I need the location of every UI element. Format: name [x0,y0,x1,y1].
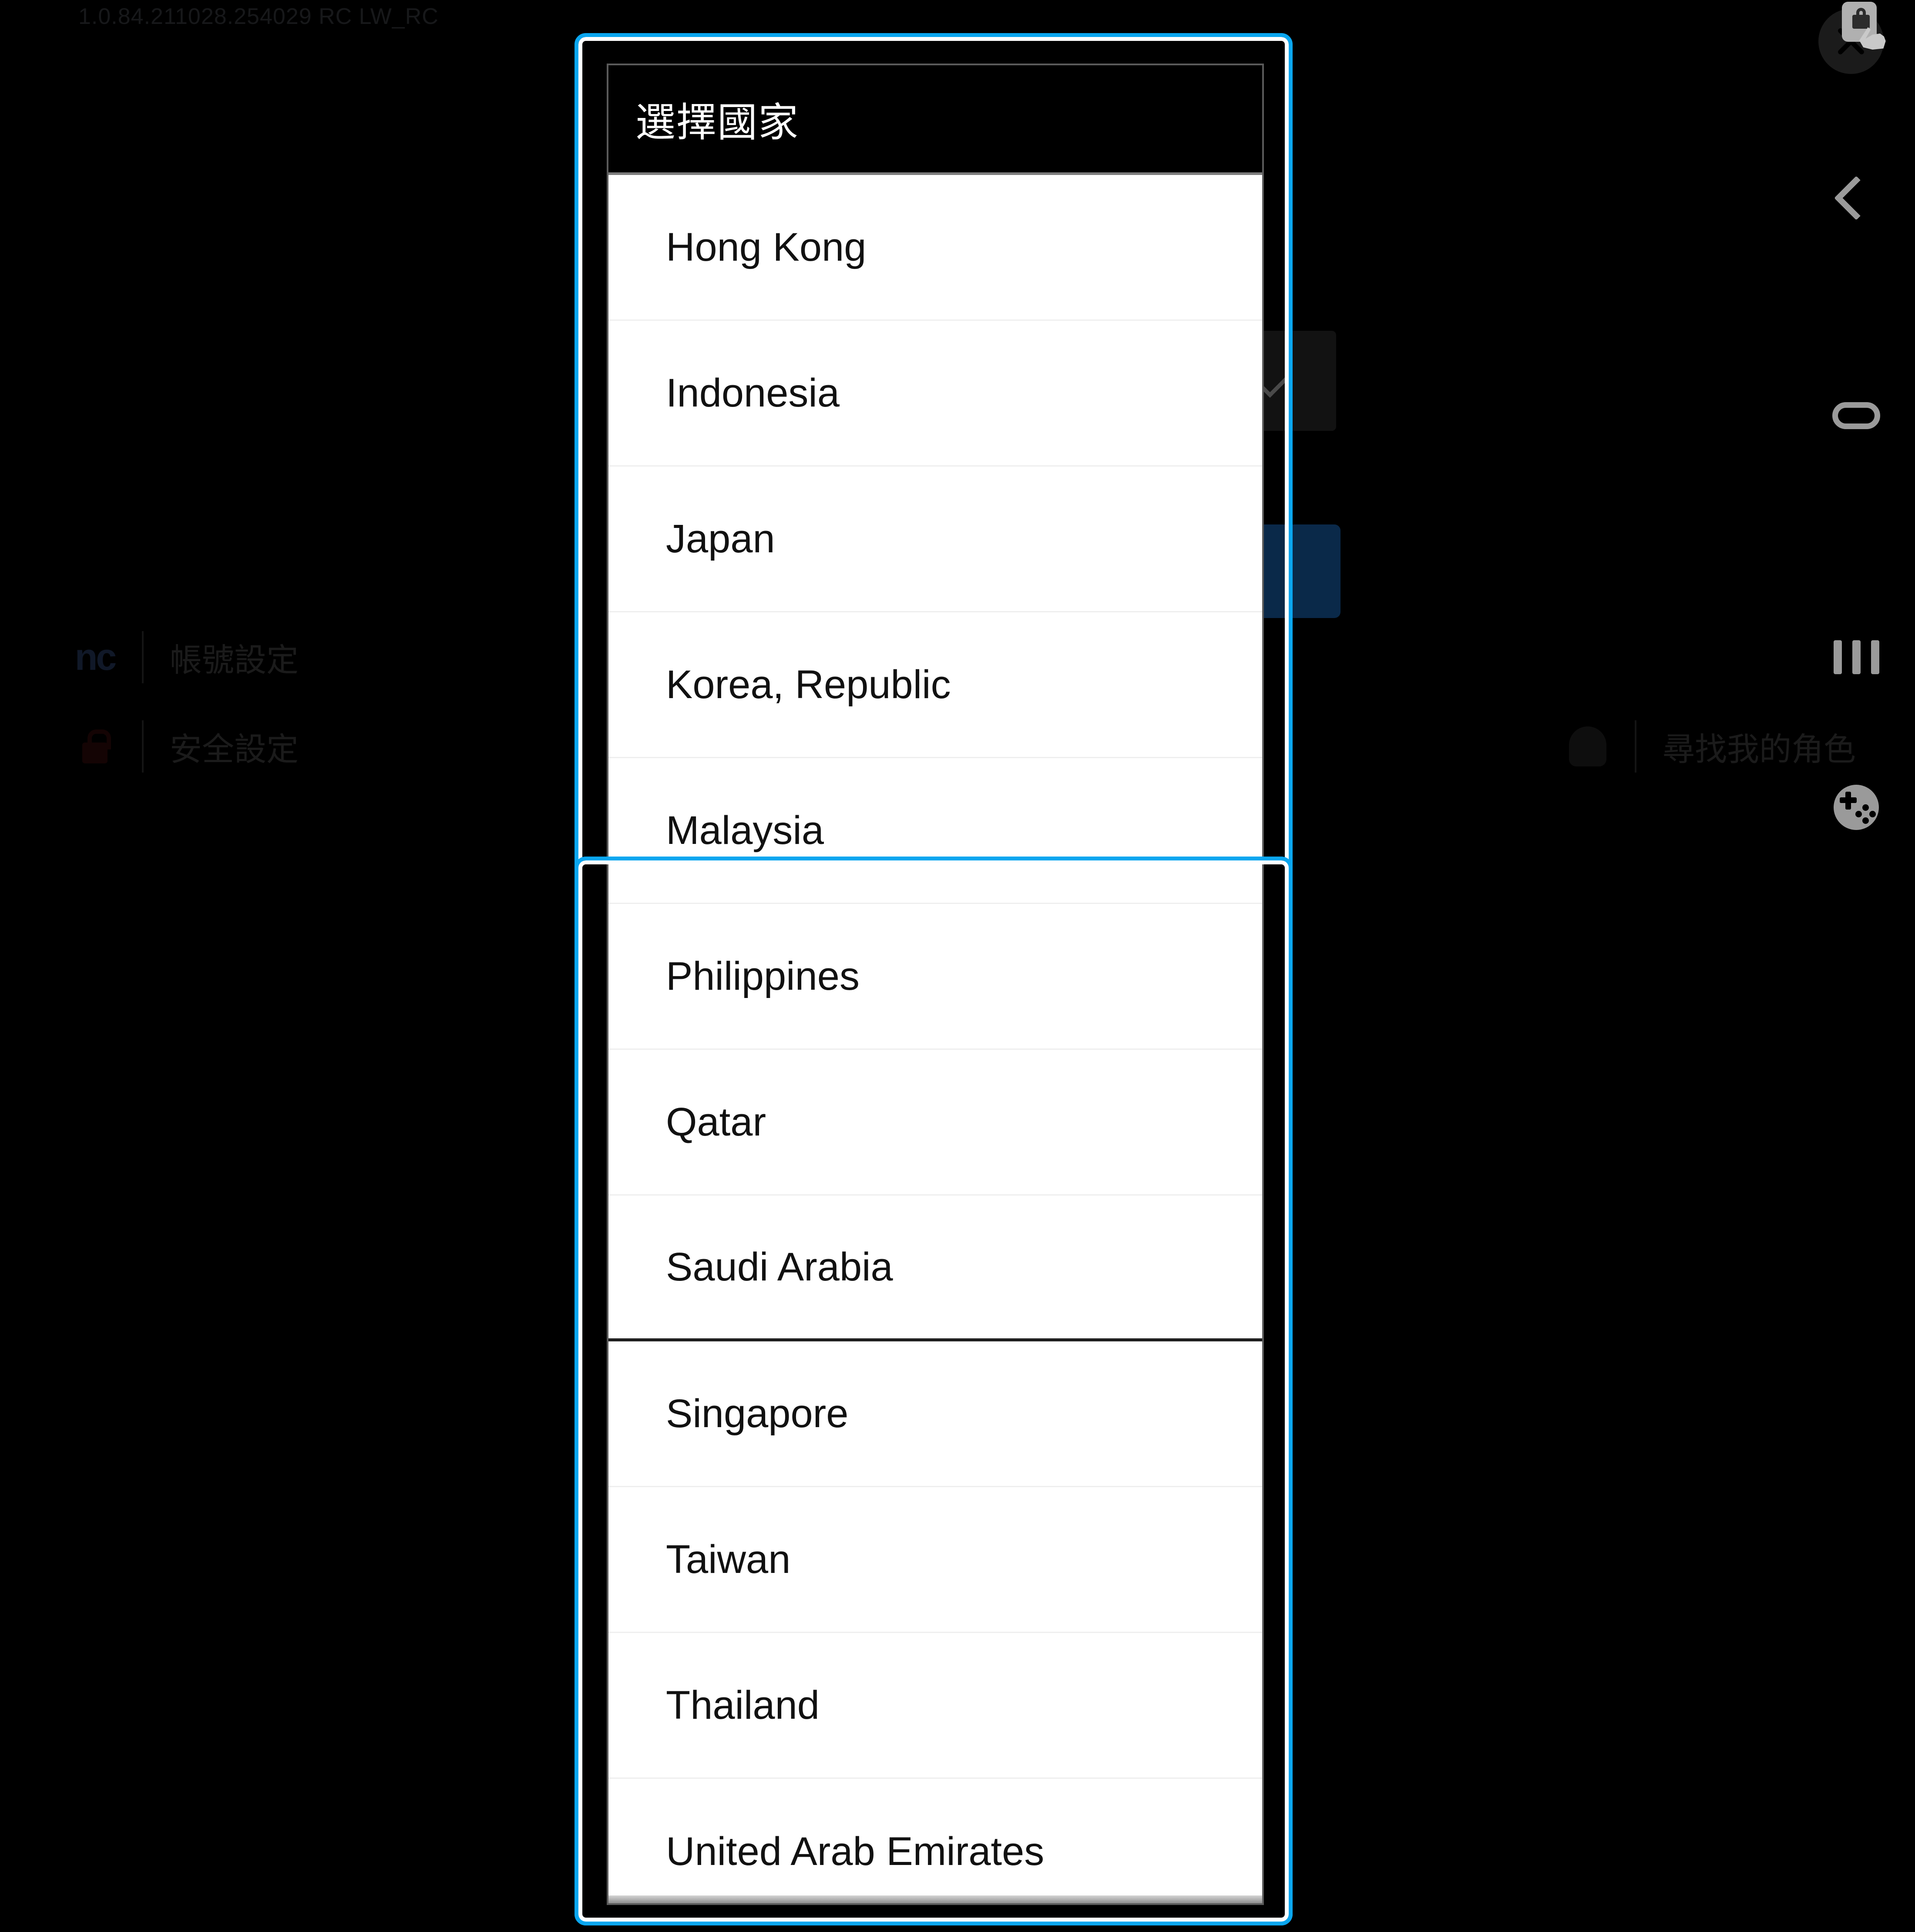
nc-logo-icon: nc [74,636,117,678]
list-bottom-edge [608,1895,1262,1903]
game-center-button[interactable] [1824,775,1889,840]
home-pill-icon [1832,402,1880,429]
country-list-item-label: Korea, Republic [666,662,951,707]
country-list-item[interactable]: United Arab Emirates [608,1779,1262,1895]
country-list-item-label: Indonesia [666,370,840,415]
app-version-text: 1.0.84.211028.254029 RC LW_RC [78,4,439,29]
country-list-item[interactable]: Qatar [608,1050,1262,1196]
sidebar-item-account-settings[interactable]: nc 帳號設定 [74,631,299,683]
sidebar-item-security-settings[interactable]: 安全設定 [74,720,299,773]
country-list-item-label: Philippines [666,954,860,998]
country-select-dialog: 選擇國家 Hong Kong Indonesia Japan Korea, Repub… [607,64,1264,1905]
country-list-item[interactable]: Saudi Arabia [608,1196,1262,1341]
dialog-header: 選擇國家 [608,65,1262,175]
country-list-item[interactable]: Singapore [608,1341,1262,1487]
country-list-item[interactable]: Japan [608,467,1262,612]
country-list-item[interactable]: Thailand [608,1633,1262,1779]
country-list-item-label: Hong Kong [666,225,867,269]
country-list-item[interactable]: Malaysia [608,758,1262,904]
country-list-item[interactable]: Korea, Republic [608,612,1262,758]
divider [1635,720,1636,773]
country-list-item[interactable]: Philippines [608,904,1262,1050]
back-button[interactable] [1824,165,1889,231]
divider [142,720,144,773]
chevron-left-icon [1834,176,1878,220]
touch-lock-icon [1842,2,1890,50]
divider [142,631,144,683]
lock-icon [74,726,116,767]
gamepad-icon [1834,785,1879,830]
three-bars-icon [1833,640,1879,674]
country-list-item-label: Malaysia [666,808,824,853]
country-list-item-label: Japan [666,516,775,561]
country-list-item[interactable]: Taiwan [608,1487,1262,1633]
country-list-item-label: Singapore [666,1391,849,1436]
country-list-item-label: Thailand [666,1683,820,1727]
country-list-item[interactable]: Indonesia [608,321,1262,467]
sidebar-item-label: 安全設定 [170,731,299,767]
dialog-title: 選擇國家 [635,100,800,145]
sidebar-item-label: 帳號設定 [170,642,299,678]
recents-button[interactable] [1824,625,1889,690]
character-bust-icon [1567,726,1609,767]
country-list-item-label: Taiwan [666,1537,791,1582]
close-button[interactable] [1811,0,1893,78]
home-button[interactable] [1824,383,1889,448]
nav-rail [1784,0,1915,1932]
country-list-item[interactable]: Hong Kong [608,175,1262,321]
country-list[interactable]: Hong Kong Indonesia Japan Korea, Republic Ma… [608,175,1262,1895]
country-list-item-label: Saudi Arabia [666,1244,893,1289]
country-list-item-label: United Arab Emirates [666,1829,1045,1874]
country-list-item-label: Qatar [666,1099,766,1144]
